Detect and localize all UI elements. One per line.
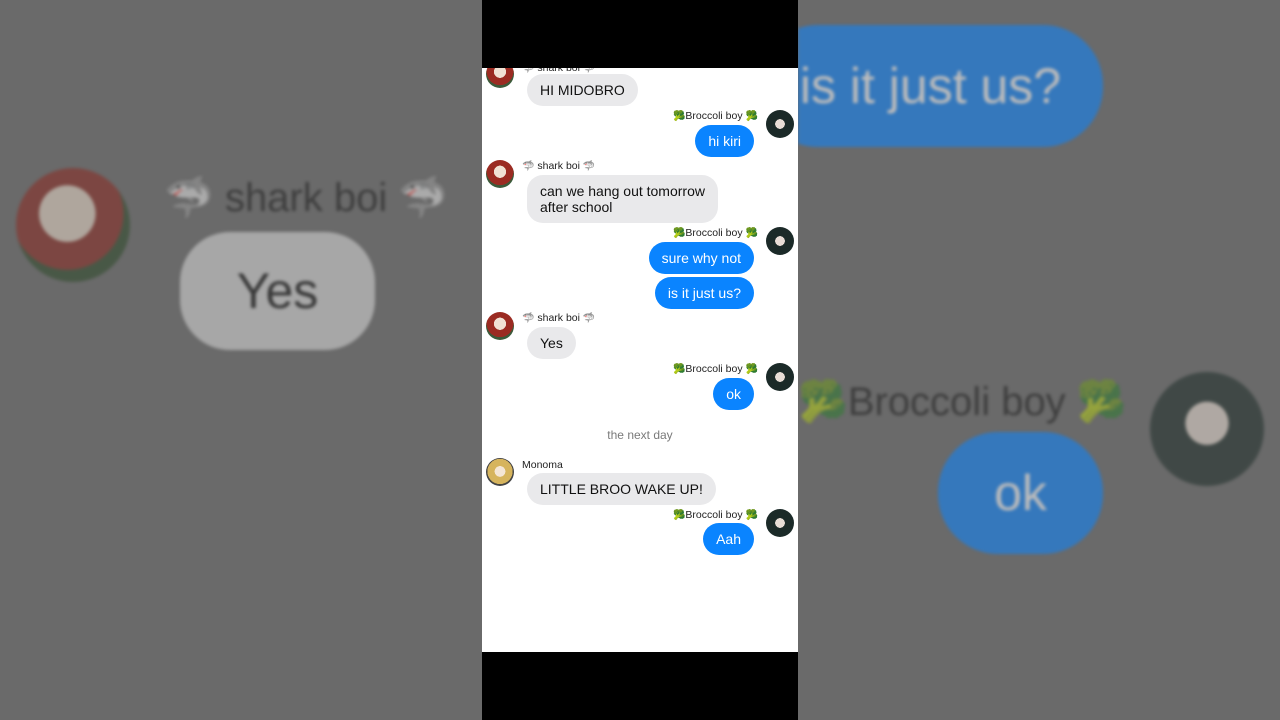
sender-name: 🥦Broccoli boy 🥦 [672,509,758,521]
sender-name: 🥦Broccoli boy 🥦 [672,363,758,375]
avatar-shark-boi[interactable] [486,312,514,340]
background-avatar-shark-boi [16,168,130,282]
sender-name: 🥦Broccoli boy 🥦 [672,227,758,239]
incoming-message[interactable]: Yes [527,327,576,359]
outgoing-message[interactable]: hi kiri [695,125,754,157]
background-name-shark-boi: 🦈 shark boi 🦈 [164,176,449,220]
system-message: the next day [607,428,673,442]
sender-name: 🥦Broccoli boy 🥦 [672,110,758,122]
background-right: is it just us? 🥦Broccoli boy 🥦 ok [798,0,1280,720]
sender-name: 🦈 shark boi 🦈 [522,160,596,172]
avatar-broccoli-boy[interactable] [766,509,794,537]
sender-name: 🦈 shark boi 🦈 [522,312,596,324]
chat-screen[interactable]: 🦈 shark boi 🦈 HI MIDOBRO 🥦Broccoli boy 🥦… [482,68,798,652]
avatar-shark-boi[interactable] [486,160,514,188]
avatar-monoma[interactable] [486,458,514,486]
background-bubble-yes: Yes [180,232,375,350]
background-left: 🦈 shark boi 🦈 Yes [0,0,482,720]
incoming-message[interactable]: can we hang out tomorrow after school [527,175,718,223]
avatar-broccoli-boy[interactable] [766,110,794,138]
outgoing-message[interactable]: Aah [703,523,754,555]
background-bubble-ok: ok [938,432,1103,554]
phone-frame: 🦈 shark boi 🦈 HI MIDOBRO 🥦Broccoli boy 🥦… [482,0,798,720]
avatar-broccoli-boy[interactable] [766,363,794,391]
outgoing-message[interactable]: is it just us? [654,277,754,309]
outgoing-message[interactable]: ok [713,378,754,410]
background-name-broccoli-boy: 🥦Broccoli boy 🥦 [798,380,1127,424]
incoming-message[interactable]: LITTLE BROO WAKE UP! [527,473,716,505]
background-bubble-is-it-just-us: is it just us? [798,25,1103,147]
avatar-broccoli-boy[interactable] [766,227,794,255]
incoming-message[interactable]: HI MIDOBRO [527,74,638,106]
background-avatar-broccoli-boy [1150,372,1264,486]
sender-name: Monoma [522,459,563,471]
avatar-shark-boi[interactable] [486,68,514,88]
outgoing-message[interactable]: sure why not [648,242,754,274]
